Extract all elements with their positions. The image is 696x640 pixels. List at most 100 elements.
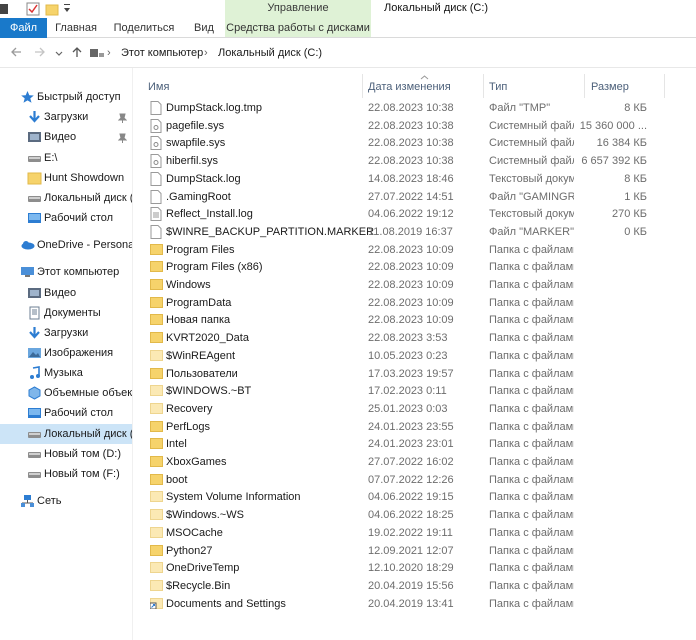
table-row[interactable]: Новая папка 22.08.2023 10:09 Папка с файла… xyxy=(133,311,696,329)
sidebar-item[interactable]: Видео xyxy=(0,127,132,147)
file-name: XboxGames xyxy=(166,456,227,468)
tab-disk-tools[interactable]: Средства работы с дисками xyxy=(225,18,371,38)
table-row[interactable]: DumpStack.log.tmp 22.08.2023 10:38 Файл "T… xyxy=(133,99,696,117)
breadcrumb-separator-icon[interactable]: › xyxy=(204,44,208,62)
file-name: KVRT2020_Data xyxy=(166,332,249,345)
sidebar-item[interactable]: Рабочий стол xyxy=(0,403,132,423)
sidebar-item-label: Документы xyxy=(44,307,101,319)
sidebar-item[interactable]: Рабочий стол xyxy=(0,208,132,228)
folder-icon xyxy=(27,171,42,185)
column-divider[interactable] xyxy=(664,74,665,98)
file-type: Папка с файлами xyxy=(489,579,574,592)
column-header-size[interactable]: Размер xyxy=(591,78,629,96)
desktop-icon xyxy=(27,211,42,225)
table-row[interactable]: swapfile.sys 22.08.2023 10:38 Системный фа… xyxy=(133,134,696,152)
tab-home[interactable]: Главная xyxy=(47,18,105,38)
sidebar-item-label: Локальный диск (C xyxy=(44,428,133,440)
file-icon xyxy=(150,207,162,222)
up-icon[interactable] xyxy=(71,46,83,61)
column-divider[interactable] xyxy=(584,74,585,98)
file-type: Папка с файлами xyxy=(489,279,574,291)
file-type: Папка с файлами xyxy=(489,349,574,362)
recent-locations-chevron-icon[interactable] xyxy=(55,48,63,60)
table-row[interactable]: KVRT2020_Data 22.08.2023 3:53 Папка с файл… xyxy=(133,329,696,347)
column-header-date[interactable]: Дата изменения xyxy=(368,78,451,96)
file-size: 15 360 000 ... xyxy=(579,119,647,132)
tab-share[interactable]: Поделиться xyxy=(105,18,183,38)
column-divider[interactable] xyxy=(362,74,363,98)
column-header-type[interactable]: Тип xyxy=(489,78,507,96)
folder-icon xyxy=(150,526,163,540)
back-icon[interactable] xyxy=(10,46,22,61)
table-row[interactable]: Reflect_Install.log 04.06.2022 19:12 Текст… xyxy=(133,205,696,223)
breadcrumb-this-pc[interactable]: Этот компьютер xyxy=(121,44,203,62)
table-row[interactable]: .GamingRoot 27.07.2022 14:51 Файл "GAMINGR… xyxy=(133,188,696,206)
table-row[interactable]: ProgramData 22.08.2023 10:09 Папка с файла… xyxy=(133,294,696,312)
file-name: PerfLogs xyxy=(166,420,211,433)
table-row[interactable]: Intel 24.01.2023 23:01 Папка с файлами xyxy=(133,435,696,453)
sidebar-item[interactable]: Объемные объекты xyxy=(0,383,133,403)
download-icon xyxy=(27,326,42,340)
sidebar-item[interactable]: Быстрый доступ xyxy=(0,87,132,107)
table-row[interactable]: $WinREAgent 10.05.2023 0:23 Папка с файлам… xyxy=(133,347,696,365)
table-row[interactable]: DumpStack.log 14.08.2023 18:46 Текстовый д… xyxy=(133,170,696,188)
file-date: 17.02.2023 0:11 xyxy=(368,385,447,398)
sidebar-item[interactable]: Загрузки xyxy=(0,107,132,127)
file-date: 22.08.2023 10:09 xyxy=(368,261,454,274)
table-row[interactable]: Program Files 22.08.2023 10:09 Папка с фай… xyxy=(133,241,696,259)
column-divider[interactable] xyxy=(483,74,484,98)
tab-view[interactable]: Вид xyxy=(183,18,225,38)
folder-icon xyxy=(150,313,163,327)
table-row[interactable]: OneDriveTemp 12.10.2020 18:29 Папка с файл… xyxy=(133,559,696,577)
sidebar-item[interactable]: Видео xyxy=(0,283,132,303)
file-type: Текстовый докум... xyxy=(489,172,574,185)
column-header-name[interactable]: Имя xyxy=(148,78,169,96)
sidebar-item[interactable]: Изображения xyxy=(0,343,132,363)
table-row[interactable]: $WINRE_BACKUP_PARTITION.MARKER 11.08.2019… xyxy=(133,223,696,241)
file-type: Системный файл xyxy=(489,155,574,168)
file-date: 12.10.2020 18:29 xyxy=(368,562,454,575)
breadcrumb[interactable]: › Этот компьютер › Локальный диск (C:) xyxy=(88,44,696,62)
table-row[interactable]: Windows 22.08.2023 10:09 Папка с файлами xyxy=(133,276,696,294)
table-row[interactable]: pagefile.sys 22.08.2023 10:38 Системный фа… xyxy=(133,117,696,135)
sidebar-item[interactable]: Локальный диск (C xyxy=(0,424,133,444)
sidebar-item[interactable]: Сеть xyxy=(0,491,132,511)
sidebar-item[interactable]: Документы xyxy=(0,303,132,323)
sidebar-item[interactable]: Загрузки xyxy=(0,323,132,343)
sidebar-item[interactable]: Музыка xyxy=(0,363,132,383)
table-row[interactable]: boot 07.07.2022 12:26 Папка с файлами xyxy=(133,471,696,489)
sidebar-item[interactable]: Hunt Showdown xyxy=(0,168,132,188)
table-row[interactable]: $WINDOWS.~BT 17.02.2023 0:11 Папка с файла… xyxy=(133,382,696,400)
tab-file[interactable]: Файл xyxy=(0,18,47,38)
sidebar-item[interactable]: Новый том (D:) xyxy=(0,444,132,464)
file-size: 1 КБ xyxy=(624,190,647,203)
sidebar-item[interactable]: Этот компьютер xyxy=(0,262,132,282)
sidebar-item[interactable]: Новый том (F:) xyxy=(0,464,132,484)
sidebar-item[interactable]: Локальный диск (C xyxy=(0,188,132,208)
sidebar-item-label: Объемные объекты xyxy=(44,387,133,399)
sidebar-item[interactable]: E:\ xyxy=(0,148,132,168)
table-row[interactable]: Пользователи 17.03.2023 19:57 Папка с файл… xyxy=(133,365,696,383)
breadcrumb-separator-icon[interactable]: › xyxy=(107,44,111,62)
computer-small-icon xyxy=(90,47,104,65)
table-row[interactable]: $Recycle.Bin 20.04.2019 15:56 Папка с файл… xyxy=(133,577,696,595)
file-name: boot xyxy=(166,473,188,486)
file-type: Папка с файлами xyxy=(489,367,574,380)
folder-icon xyxy=(150,544,163,558)
table-row[interactable]: Program Files (x86) 22.08.2023 10:09 Папка… xyxy=(133,258,696,276)
table-row[interactable]: $Windows.~WS 04.06.2022 18:25 Папка с файл… xyxy=(133,506,696,524)
table-row[interactable]: MSOCache 19.02.2022 19:11 Папка с файлами xyxy=(133,524,696,542)
forward-icon[interactable] xyxy=(34,46,46,61)
sidebar-item[interactable]: OneDrive - Personal xyxy=(0,235,132,255)
table-row[interactable]: Documents and Settings 20.04.2019 13:41 Па… xyxy=(133,595,696,613)
file-size: 0 КБ xyxy=(624,225,647,238)
table-row[interactable]: hiberfil.sys 22.08.2023 10:38 Системный фа… xyxy=(133,152,696,170)
table-row[interactable]: Python27 12.09.2021 12:07 Папка с файлами xyxy=(133,542,696,560)
table-row[interactable]: XboxGames 27.07.2022 16:02 Папка с файлами xyxy=(133,453,696,471)
table-row[interactable]: Recovery 25.01.2023 0:03 Папка с файлами xyxy=(133,400,696,418)
table-row[interactable]: System Volume Information 04.06.2022 19:1… xyxy=(133,488,696,506)
table-row[interactable]: PerfLogs 24.01.2023 23:55 Папка с файлами xyxy=(133,418,696,436)
file-name: DumpStack.log.tmp xyxy=(166,102,262,114)
breadcrumb-local-disk[interactable]: Локальный диск (C:) xyxy=(218,44,322,62)
folder-icon xyxy=(150,349,163,363)
